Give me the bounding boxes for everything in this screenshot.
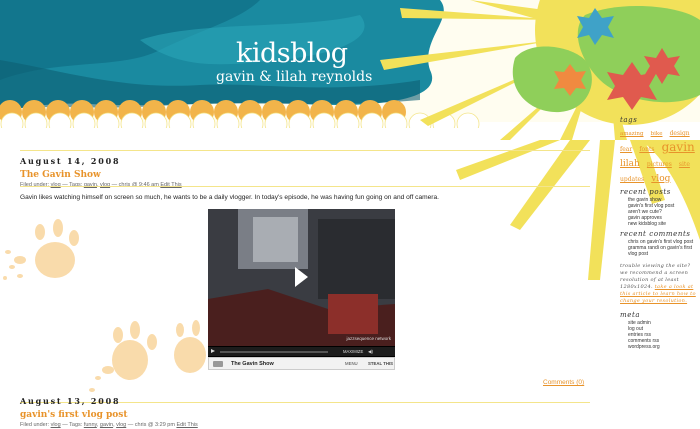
video-player[interactable]: jazzsequence network MAXIMIZE ◀) The Gav… <box>208 209 395 370</box>
post-meta: Filed under: vlog — Tags: gavin, vlog — … <box>20 182 182 188</box>
tag-link[interactable]: vlog <box>100 182 110 188</box>
tag-cloud: amazing bike design fear fonts gavin lil… <box>620 124 700 185</box>
tags-heading: tags <box>620 116 638 124</box>
filed-under-label: Filed under: <box>20 422 50 428</box>
post-title[interactable]: gavin's first vlog post <box>20 410 590 420</box>
meta-link[interactable]: wordpress.org <box>628 344 700 350</box>
video-info-bar: The Gavin Show MENU STEAL THIS <box>208 357 395 370</box>
tag-cloud-link[interactable]: updates <box>620 176 644 183</box>
post-divider <box>20 186 590 187</box>
tag-cloud-link[interactable]: lilah <box>620 159 640 169</box>
play-icon[interactable] <box>295 267 308 287</box>
steal-this-button[interactable]: STEAL THIS <box>368 361 393 366</box>
post: August 14, 2008 The Gavin Show Filed und… <box>20 156 590 188</box>
post-title[interactable]: The Gavin Show <box>20 170 590 180</box>
tag-link[interactable]: gavin <box>100 422 113 428</box>
video-controls: MAXIMIZE ◀) <box>208 347 395 356</box>
tag-cloud-link[interactable]: design <box>670 130 690 137</box>
video-screen[interactable]: jazzsequence network <box>208 209 395 346</box>
tag-cloud-link[interactable]: pictures <box>647 161 672 168</box>
filed-under-label: Filed under: <box>20 182 50 188</box>
post-meta: Filed under: vlog — Tags: funny, gavin, … <box>20 422 198 428</box>
edit-link[interactable]: Edit This <box>160 182 181 188</box>
edit-link[interactable]: Edit This <box>176 422 197 428</box>
play-button-icon[interactable] <box>211 349 215 353</box>
tags-label: — Tags: <box>62 182 83 188</box>
tag-cloud-link[interactable]: fear <box>620 146 632 153</box>
tag-link[interactable]: gavin <box>84 182 97 188</box>
recent-posts-heading: recent posts <box>620 188 671 196</box>
sidebar: tags amazing bike design fear fonts gavi… <box>620 116 700 350</box>
meta-heading: meta <box>620 311 641 319</box>
post-author-time: — chris @ 9:46 am <box>111 182 159 188</box>
header: kidsblog gavin & lilah reynolds <box>0 0 700 140</box>
site-title[interactable]: kidsblog <box>236 40 348 67</box>
recent-comments-list: chris on gavin's first vlog post gramma … <box>628 239 700 257</box>
page: kidsblog gavin & lilah reynolds August 1… <box>0 0 700 429</box>
video-scrubber[interactable] <box>220 351 328 353</box>
meta-list: site admin log out entries rss comments … <box>628 320 700 350</box>
maximize-button[interactable]: MAXIMIZE <box>343 349 363 354</box>
tag-cloud-link[interactable]: fonts <box>639 146 654 153</box>
post-author-time: — chris @ 3:29 pm <box>127 422 175 428</box>
resolution-notice: trouble viewing the site? we recommend a… <box>620 263 700 305</box>
video-logo-icon <box>213 361 223 367</box>
recent-comment-link[interactable]: gramma randi on gavin's first vlog post <box>628 245 700 257</box>
post: August 13, 2008 gavin's first vlog post … <box>20 396 590 428</box>
category-link[interactable]: vlog <box>51 422 61 428</box>
site-subtitle: gavin & lilah reynolds <box>216 69 373 85</box>
recent-comments-heading: recent comments <box>620 230 691 238</box>
category-link[interactable]: vlog <box>51 182 61 188</box>
comments-link[interactable]: Comments (0) <box>543 379 584 386</box>
recent-post-link[interactable]: new kidsblog site <box>628 221 700 227</box>
post-date: August 13, 2008 <box>20 396 121 406</box>
tags-label: — Tags: <box>62 422 83 428</box>
video-title: The Gavin Show <box>231 361 274 367</box>
tag-cloud-link[interactable]: gavin <box>662 140 695 154</box>
volume-icon[interactable]: ◀) <box>368 349 373 355</box>
tag-cloud-link[interactable]: amazing <box>620 131 644 137</box>
tag-link[interactable]: vlog <box>116 422 126 428</box>
recent-posts-list: the gavin show gavin's first vlog post a… <box>628 197 700 227</box>
tag-cloud-link[interactable]: vlog <box>651 174 670 184</box>
video-network-label: jazzsequence network <box>346 336 391 341</box>
post-divider <box>20 150 590 151</box>
post-body: Gavin likes watching himself on screen s… <box>20 194 439 201</box>
tag-cloud-link[interactable]: site <box>679 161 690 168</box>
tag-link[interactable]: funny <box>84 422 97 428</box>
video-menu-button[interactable]: MENU <box>345 361 358 366</box>
tag-cloud-link[interactable]: bike <box>651 131 663 137</box>
post-date: August 14, 2008 <box>20 156 121 166</box>
